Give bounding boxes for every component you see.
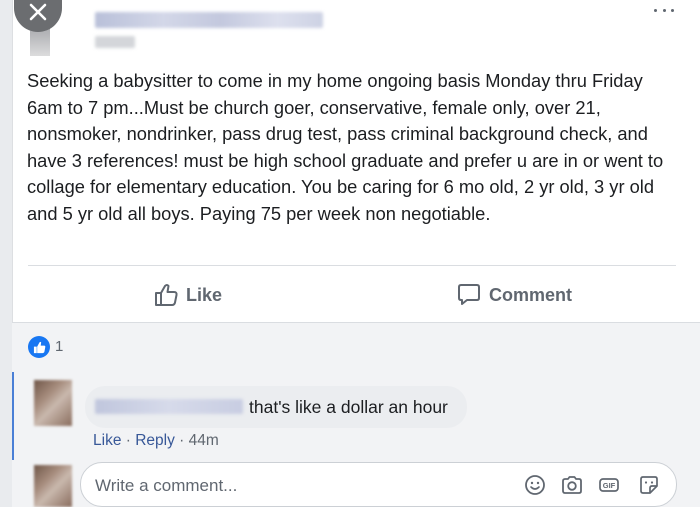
post-body: Seeking a babysitter to come in my home …	[27, 70, 664, 224]
comment-input[interactable]	[95, 476, 395, 496]
divider	[28, 265, 676, 266]
commenter-name-redacted[interactable]	[95, 399, 243, 414]
comment-thread-indicator	[12, 372, 14, 460]
post-timestamp-redacted	[95, 36, 135, 48]
comment-button[interactable]: Comment	[456, 281, 572, 309]
like-reaction-icon[interactable]	[28, 336, 50, 358]
gif-icon[interactable]: GIF	[598, 474, 620, 496]
emoji-icon[interactable]	[524, 474, 546, 496]
like-button[interactable]: Like	[153, 281, 222, 309]
current-user-avatar	[34, 465, 72, 507]
svg-text:GIF: GIF	[603, 481, 616, 490]
comment-actions: Like · Reply · 44m	[93, 432, 219, 450]
comment-label: Comment	[489, 284, 573, 305]
reaction-count[interactable]: 1	[55, 338, 63, 355]
more-options-icon[interactable]	[654, 4, 674, 16]
emoji-icon	[525, 475, 545, 495]
thumbs-up-icon	[33, 341, 45, 353]
comment-text: that's like a dollar an hour	[249, 397, 448, 417]
separator: ·	[121, 432, 136, 449]
sticker-icon[interactable]	[638, 474, 660, 496]
gif-icon: GIF	[599, 478, 619, 492]
commenter-avatar[interactable]	[34, 380, 72, 426]
sticker-icon	[640, 476, 658, 494]
author-name-redacted	[95, 12, 323, 28]
comment-like-link[interactable]: Like	[93, 432, 121, 449]
like-label: Like	[186, 284, 223, 305]
close-icon	[29, 3, 47, 21]
comment-reply-link[interactable]: Reply	[135, 432, 175, 449]
speech-bubble-icon	[458, 284, 480, 305]
camera-icon[interactable]	[561, 474, 583, 496]
comment-timestamp[interactable]: · 44m	[175, 432, 219, 449]
thumbs-up-icon	[155, 284, 178, 306]
camera-icon	[562, 476, 582, 494]
